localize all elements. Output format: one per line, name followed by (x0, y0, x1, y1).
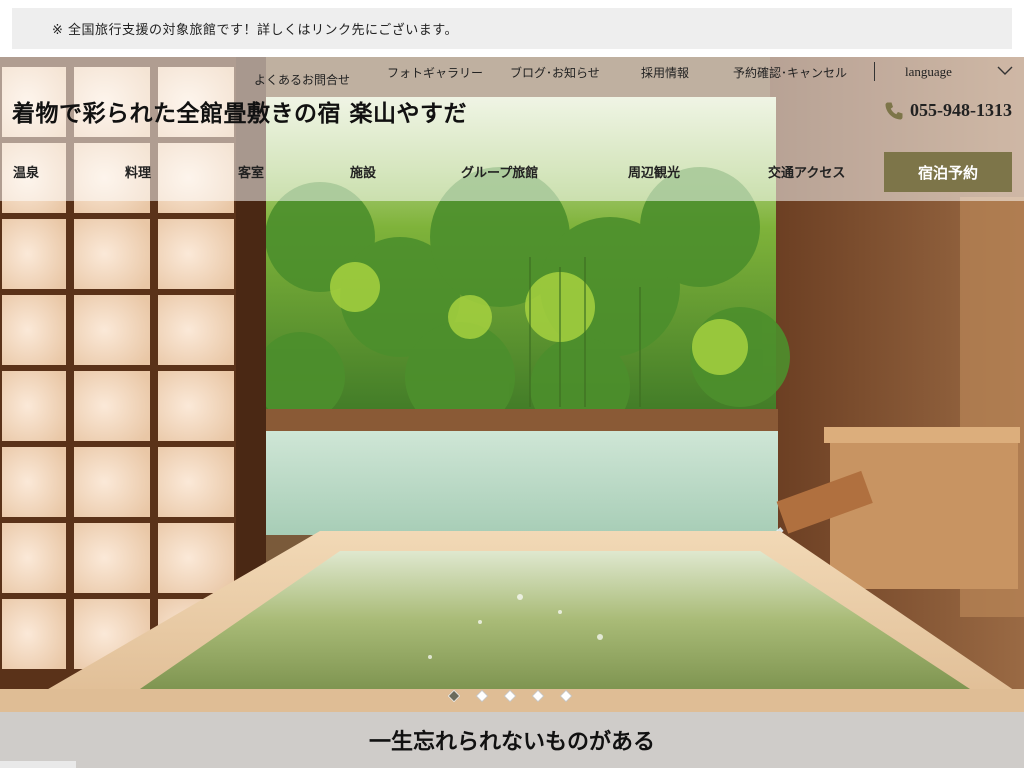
topnav-gallery-link[interactable]: フォトギャラリー (387, 64, 483, 81)
nav-access[interactable]: 交通アクセス (768, 162, 845, 181)
reserve-button[interactable]: 宿泊予約 (884, 152, 1012, 192)
language-divider (874, 62, 875, 81)
slide-dot-3[interactable] (503, 689, 517, 703)
phone-icon (885, 102, 903, 119)
language-selector[interactable]: language (905, 64, 952, 80)
chevron-down-icon[interactable] (997, 64, 1013, 76)
nav-sightseeing[interactable]: 周辺観光 (628, 162, 680, 181)
nav-cuisine[interactable]: 料理 (125, 162, 151, 181)
notice-link[interactable]: ※ 全国旅行支援の対象旅館です！詳しくはリンク先にございます。 (12, 8, 1012, 49)
site-title[interactable]: 着物で彩られた全館畳敷きの宿 楽山やすだ (12, 94, 467, 128)
phone-link[interactable]: 055-948-1313 (884, 100, 1012, 121)
reserve-button-label: 宿泊予約 (917, 163, 978, 182)
topnav-blog-link[interactable]: ブログ･お知らせ (510, 64, 600, 81)
notice-text: ※ 全国旅行支援の対象旅館です！詳しくはリンク先にございます。 (52, 23, 458, 38)
slide-dot-1[interactable] (447, 689, 461, 703)
notice-bar: ※ 全国旅行支援の対象旅館です！詳しくはリンク先にございます。 (0, 0, 1024, 57)
slide-dot-2[interactable] (475, 689, 489, 703)
phone-number: 055-948-1313 (910, 100, 1012, 120)
hero-tagline: 一生忘れられないものがある (368, 730, 655, 755)
nav-onsen[interactable]: 温泉 (13, 162, 39, 181)
nav-rooms[interactable]: 客室 (238, 162, 264, 181)
topnav-recruit-link[interactable]: 採用情報 (641, 64, 689, 81)
nav-facilities[interactable]: 施設 (350, 162, 376, 181)
slide-indicators (447, 689, 573, 703)
slide-dot-5[interactable] (559, 689, 573, 703)
nav-group-ryokan[interactable]: グループ旅館 (461, 162, 538, 181)
slide-dot-4[interactable] (531, 689, 545, 703)
topnav-reservation-check-link[interactable]: 予約確認･キャンセル (733, 64, 847, 81)
corner-decoration (0, 761, 76, 768)
